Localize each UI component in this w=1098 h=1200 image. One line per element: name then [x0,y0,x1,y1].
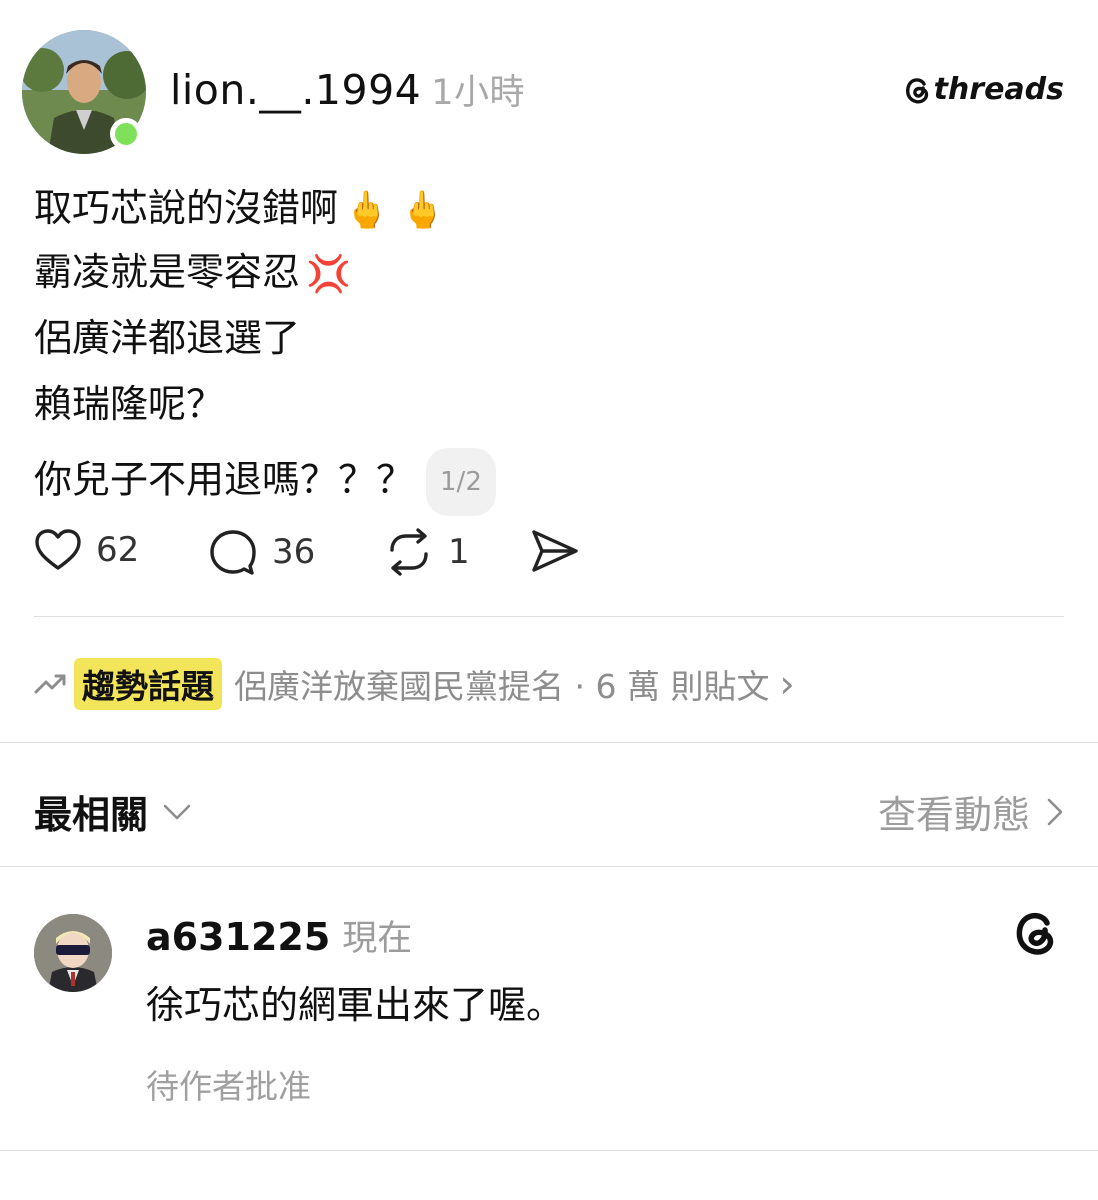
post-line-5: 你兒子不用退嗎？？？ 1/2 [34,448,496,516]
like-count: 62 [96,530,140,570]
middle-finger-emoji: 🖕 🖕 [344,189,446,231]
divider [0,866,1098,867]
threads-logo-icon [905,77,928,103]
view-activity-label: 查看動態 [877,793,1030,837]
brand-name: threads [933,72,1064,107]
post-line-3: 侶廣洋都退選了 [34,314,300,362]
comment-timestamp: 現在 [342,919,413,959]
trending-badge: 趨勢話題 [74,658,222,710]
threads-brand: threads [904,72,1064,107]
post-line-4: 賴瑞隆呢？ [34,380,224,428]
post-text: 取巧芯說的沒錯啊 [34,186,339,230]
send-icon [532,530,578,572]
view-activity-link[interactable]: 查看動態 [878,784,1064,839]
commenter-avatar[interactable] [34,914,112,992]
post-text: 霸凌就是零容忍 [34,250,301,294]
post-text: 侶廣洋都退選了 [34,316,301,360]
like-button[interactable]: 62 [34,528,139,572]
commenter-row: a631225 現在 [146,910,412,961]
pending-approval-status: 待作者批准 [146,1067,311,1106]
repost-icon [390,528,428,576]
trending-text: 侶廣洋放棄國民黨提名 · 6 萬 則貼文 [234,667,770,706]
chevron-right-icon: › [779,662,795,706]
trending-topic-row[interactable]: 趨勢話題 侶廣洋放棄國民黨提名 · 6 萬 則貼文 › [34,658,795,710]
page-indicator[interactable]: 1/2 [426,448,496,516]
sort-label: 最相關 [34,793,149,837]
online-status-dot [110,118,142,150]
comment-bubble-icon [210,530,256,575]
post-text: 你兒子不用退嗎？？？ [34,457,415,502]
post-text: 賴瑞隆呢？ [34,382,225,426]
comment-button[interactable]: 36 [208,528,315,576]
post-timestamp: 1小時 [431,73,526,113]
threads-icon [1012,908,1060,962]
author-username-row[interactable]: lion.__.1994 1小時 [170,64,525,115]
trending-arrow-icon [34,674,66,694]
chevron-down-icon [163,804,191,819]
chevron-right-icon [1047,798,1063,825]
divider [0,742,1098,743]
heart-icon [35,529,81,570]
post-line-2: 霸凌就是零容忍 💢 [34,248,351,299]
repost-button[interactable]: 1 [384,528,470,576]
post-line-1: 取巧芯說的沒錯啊 🖕 🖕 [34,184,445,235]
repost-count: 1 [448,532,470,572]
divider [0,1150,1098,1151]
anger-symbol-emoji: 💢 [306,253,351,295]
commenter-username[interactable]: a631225 [146,915,330,959]
comment-count: 36 [272,532,316,572]
author-username[interactable]: lion.__.1994 [170,66,421,114]
sort-dropdown[interactable]: 最相關 [34,784,192,839]
comment-text: 徐巧芯的網軍出來了喔。 [146,983,565,1027]
divider [34,616,1064,617]
share-button[interactable] [530,528,580,574]
